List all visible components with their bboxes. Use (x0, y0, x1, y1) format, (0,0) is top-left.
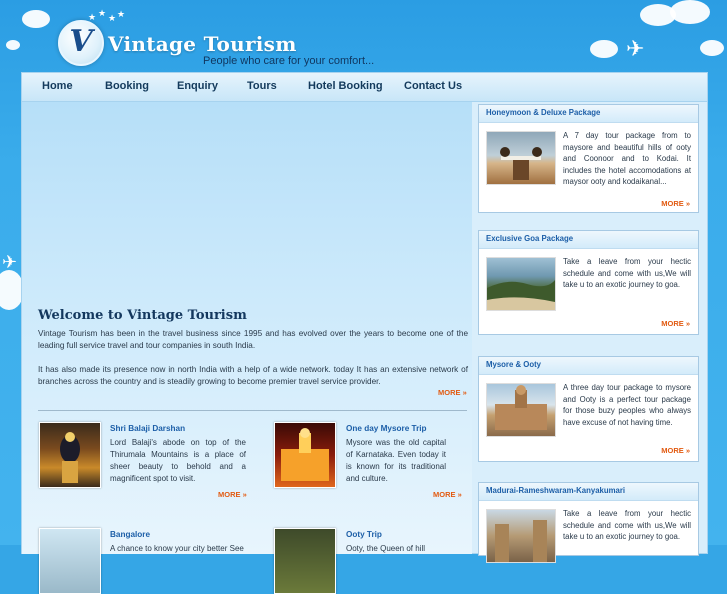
sidebar-more-goa[interactable]: MORE » (661, 319, 690, 328)
sidebar-box-honeymoon: Honeymoon & Deluxe Package A 7 day tour … (478, 104, 699, 213)
sidebar-box-header: Mysore & Ooty (479, 357, 698, 375)
sidebar-title-goa[interactable]: Exclusive Goa Package (486, 234, 573, 243)
logo-letter: V (69, 24, 93, 59)
logo[interactable]: V (58, 20, 104, 66)
balaji-image[interactable] (39, 422, 101, 488)
ooty-image[interactable] (274, 528, 336, 594)
welcome-paragraph-2: It has also made its presence now in nor… (38, 365, 468, 386)
airplane-icon: ✈ (626, 36, 645, 61)
star-icon: ★ (108, 13, 117, 23)
sidebar-box-mysore-ooty: Mysore & Ooty A three day tour package t… (478, 356, 699, 462)
card-title-mysore[interactable]: One day Mysore Trip (346, 424, 427, 433)
main-content: Welcome to Vintage Tourism Vintage Touri… (22, 102, 472, 594)
sidebar-text-goa: Take a leave from your hectic schedule a… (563, 257, 691, 289)
cloud-decoration (670, 0, 710, 24)
card-title-balaji[interactable]: Shri Balaji Darshan (110, 424, 185, 433)
nav-enquiry[interactable]: Enquiry (177, 80, 218, 92)
sidebar-title-mysore-ooty[interactable]: Mysore & Ooty (486, 360, 541, 369)
site-title: Vintage Tourism (108, 32, 297, 56)
sidebar-box-goa: Exclusive Goa Package Take a leave from … (478, 230, 699, 335)
sidebar-more-honeymoon[interactable]: MORE » (661, 199, 690, 208)
nav-home[interactable]: Home (42, 80, 73, 92)
divider (38, 410, 467, 411)
card-title-bangalore[interactable]: Bangalore (110, 530, 150, 539)
welcome-heading: Welcome to Vintage Tourism (38, 308, 247, 323)
nav-booking[interactable]: Booking (105, 80, 149, 92)
sidebar-text-madurai: Take a leave from your hectic schedule a… (563, 509, 691, 541)
content-panel: Home Booking Enquiry Tours Hotel Booking… (21, 72, 708, 594)
honeymoon-image[interactable] (486, 131, 556, 185)
cloud-decoration (590, 40, 618, 58)
sidebar-more-mysore-ooty[interactable]: MORE » (661, 446, 690, 455)
sidebar-box-header: Honeymoon & Deluxe Package (479, 105, 698, 123)
card-more-balaji[interactable]: MORE » (218, 490, 247, 499)
welcome-more-link[interactable]: MORE » (438, 388, 467, 397)
madurai-image[interactable] (486, 509, 556, 563)
mysore-palace-image[interactable] (274, 422, 336, 488)
cloud-decoration (6, 40, 20, 50)
goa-image[interactable] (486, 257, 556, 311)
cloud-decoration (22, 10, 50, 28)
sidebar-text-honeymoon: A 7 day tour package from to maysore and… (563, 131, 691, 186)
welcome-paragraph-1: Vintage Tourism has been in the travel b… (38, 329, 468, 350)
airplane-icon: ✈ (2, 252, 18, 272)
mysore-ooty-image[interactable] (486, 383, 556, 437)
sidebar-title-honeymoon[interactable]: Honeymoon & Deluxe Package (486, 108, 600, 117)
sidebar-box-header: Madurai-Rameshwaram-Kanyakumari (479, 483, 698, 501)
bangalore-image[interactable] (39, 528, 101, 594)
sidebar-box-header: Exclusive Goa Package (479, 231, 698, 249)
nav-tours[interactable]: Tours (247, 80, 277, 92)
card-more-mysore[interactable]: MORE » (433, 490, 462, 499)
nav-contact-us[interactable]: Contact Us (404, 80, 462, 92)
star-icon: ★ (98, 8, 107, 18)
card-title-ooty[interactable]: Ooty Trip (346, 530, 382, 539)
cloud-decoration (700, 40, 724, 56)
nav-hotel-booking[interactable]: Hotel Booking (308, 80, 383, 92)
sidebar-text-mysore-ooty: A three day tour package to mysore and O… (563, 383, 691, 427)
star-icon: ★ (117, 9, 126, 19)
site-tagline: People who care for your comfort... (203, 55, 375, 67)
card-text-mysore: Mysore was the old capital of Karnataka.… (346, 438, 446, 483)
main-nav: Home Booking Enquiry Tours Hotel Booking… (22, 73, 707, 102)
sidebar-title-madurai[interactable]: Madurai-Rameshwaram-Kanyakumari (486, 486, 625, 495)
card-text-balaji: Lord Balaji's abode on top of the Thirum… (110, 438, 246, 483)
